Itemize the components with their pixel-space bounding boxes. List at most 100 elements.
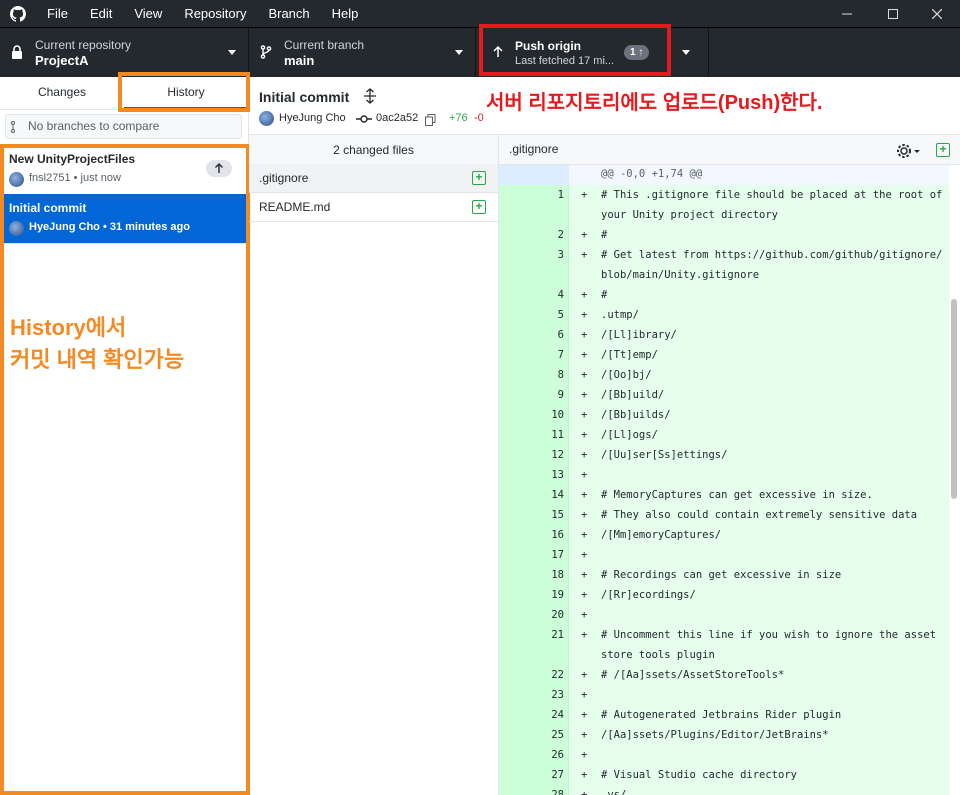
diff-line: 12 + /[Uu]ser[Ss]ettings/ (499, 445, 949, 465)
commit-icon (356, 113, 372, 127)
chevron-down-icon (455, 50, 463, 55)
push-subtitle: Last fetched 17 mi... (515, 55, 615, 67)
line-number: 24 (534, 705, 569, 725)
added-marker: + (581, 629, 588, 641)
file-added-icon: + (936, 143, 950, 157)
minimize-icon[interactable] (824, 0, 870, 27)
menu-help[interactable]: Help (321, 0, 370, 27)
line-text: /[Ll]ogs/ (601, 429, 658, 441)
line-number: 1 (534, 185, 569, 225)
branch-compare-input[interactable]: No branches to compare (5, 114, 242, 139)
diff-hunk-header: @@ -0,0 +1,74 @@ (499, 165, 949, 185)
added-marker: + (581, 589, 588, 601)
expand-icon[interactable] (363, 88, 377, 107)
file-name: .gitignore (259, 171, 309, 185)
menu-file[interactable]: File (36, 0, 79, 27)
added-marker: + (581, 729, 588, 741)
line-text: /[Bb]uilds/ (601, 409, 671, 421)
file-list-item[interactable]: .gitignore + (249, 164, 498, 193)
added-marker: + (581, 329, 588, 341)
avatar (9, 172, 24, 187)
added-marker: + (581, 429, 588, 441)
diff-line: 9 + /[Bb]uild/ (499, 385, 949, 405)
line-text: /[Oo]bj/ (601, 369, 652, 381)
scrollbar[interactable] (951, 299, 957, 499)
diff-line: 3 + # Get latest from https://github.com/g… (499, 245, 949, 285)
sidebar: Changes History No branches to compare N… (0, 77, 249, 795)
added-marker: + (581, 389, 588, 401)
push-origin-button[interactable]: Push origin Last fetched 17 mi... 1 ↑ (476, 28, 709, 77)
line-number: 13 (534, 465, 569, 485)
menu-edit[interactable]: Edit (79, 0, 123, 27)
line-text: # Uncomment this line if you wish to ign… (601, 629, 943, 661)
diff-line: 14 + # MemoryCaptures can get excessive in… (499, 485, 949, 505)
branch-label: Current branch (284, 38, 365, 52)
line-text: /[Rr]ecordings/ (601, 589, 696, 601)
annotation-line-1: History에서 (10, 315, 127, 340)
added-marker: + (581, 769, 588, 781)
line-number: 20 (534, 605, 569, 625)
added-marker: + (581, 349, 588, 361)
commit-meta: fnsl2751 • just now (29, 172, 121, 184)
menu-repository[interactable]: Repository (173, 0, 257, 27)
menu-view[interactable]: View (123, 0, 173, 27)
line-text: .utmp/ (601, 309, 639, 321)
changed-files-header: 2 changed files (249, 134, 498, 165)
diff-line: 17 + (499, 545, 949, 565)
tab-history[interactable]: History (124, 77, 248, 110)
added-marker: + (581, 569, 588, 581)
github-logo-icon (0, 0, 36, 27)
line-text: # This .gitignore file should be placed … (601, 189, 949, 221)
line-number: 22 (534, 665, 569, 685)
tab-changes[interactable]: Changes (0, 77, 124, 110)
diff-line: 28 + .vs/ (499, 785, 949, 795)
added-marker: + (581, 749, 588, 761)
maximize-icon[interactable] (870, 0, 916, 27)
repo-name: ProjectA (35, 53, 89, 68)
added-marker: + (581, 529, 588, 541)
commit-summary-header: Initial commit HyeJung Cho 0ac2a52 +76 -… (259, 77, 499, 134)
line-text: /[Aa]ssets/Plugins/Editor/JetBrains* (601, 729, 829, 741)
line-number: 18 (534, 565, 569, 585)
line-number: 26 (534, 745, 569, 765)
commit-list-item[interactable]: New UnityProjectFiles fnsl2751 • just no… (0, 145, 248, 195)
line-number: 6 (534, 325, 569, 345)
commit-sha: 0ac2a52 (376, 112, 419, 124)
line-number: 5 (534, 305, 569, 325)
unpushed-arrow-up-icon (206, 160, 232, 177)
added-marker: + (581, 309, 588, 321)
repo-label: Current repository (35, 38, 132, 52)
diff-line: 1 + # This .gitignore file should be place… (499, 185, 949, 225)
file-added-icon: + (472, 200, 486, 214)
commit-meta: HyeJung Cho • 31 minutes ago (29, 221, 190, 233)
added-marker: + (581, 709, 588, 721)
menu-branch[interactable]: Branch (257, 0, 320, 27)
current-repository-button[interactable]: Current repository ProjectA (0, 28, 249, 77)
line-number: 10 (534, 405, 569, 425)
line-number: 12 (534, 445, 569, 465)
copy-icon[interactable] (425, 114, 436, 129)
line-number: 17 (534, 545, 569, 565)
commit-list-item-selected[interactable]: Initial commit HyeJung Cho • 31 minutes … (0, 194, 248, 244)
close-icon[interactable] (914, 0, 960, 27)
commit-header-title: Initial commit (259, 89, 350, 105)
title-bar: File Edit View Repository Branch Help (0, 0, 960, 27)
line-number: 7 (534, 345, 569, 365)
current-branch-button[interactable]: Current branch main (249, 28, 476, 77)
diff-line: 26 + (499, 745, 949, 765)
diff-line: 4 + # (499, 285, 949, 305)
chevron-down-icon[interactable] (682, 50, 690, 55)
diff-view[interactable]: .gitignore + @@ -0,0 +1,74 @@ 1 + # This .… (498, 134, 960, 795)
line-number: 28 (534, 785, 569, 795)
diff-line: 24 + # Autogenerated Jetbrains Rider plugi… (499, 705, 949, 725)
file-list-item[interactable]: README.md + (249, 193, 498, 222)
line-text: # Get latest from https://github.com/git… (601, 249, 943, 281)
line-number: 23 (534, 685, 569, 705)
avatar (9, 221, 24, 236)
line-text: # Autogenerated Jetbrains Rider plugin (601, 709, 842, 721)
line-text: .vs/ (601, 789, 627, 795)
line-text: /[Bb]uild/ (601, 389, 665, 401)
diff-line: 2 + # (499, 225, 949, 245)
lock-icon (9, 44, 25, 60)
added-marker: + (581, 249, 588, 261)
